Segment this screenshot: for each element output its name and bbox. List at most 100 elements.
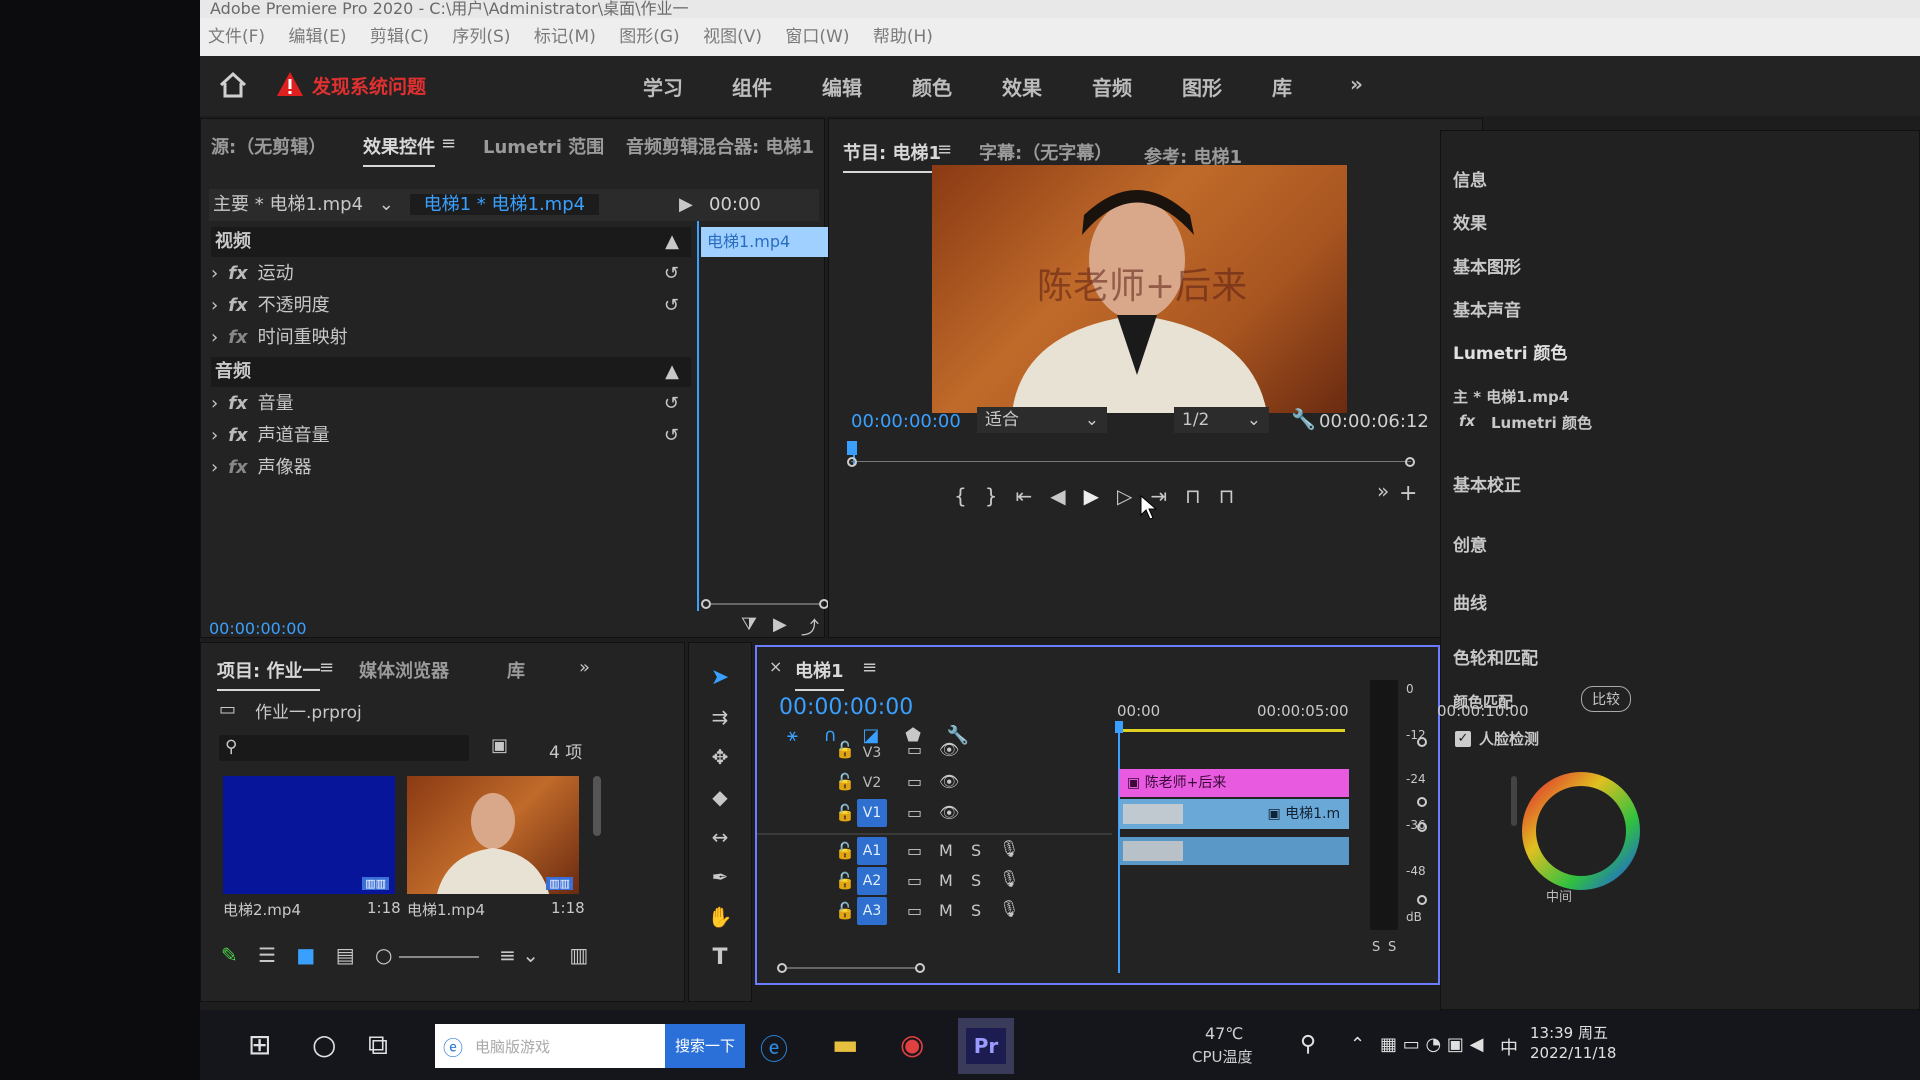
play-audio-icon[interactable]: ▶ xyxy=(773,614,787,635)
lock-icon[interactable]: 🔓 xyxy=(835,772,855,791)
track-v1[interactable]: V1 xyxy=(857,799,887,827)
section-basic-correction[interactable]: 基本校正 xyxy=(1453,471,1521,496)
sync-icon[interactable]: ▭ xyxy=(907,803,922,822)
fx-icon[interactable]: fx xyxy=(228,457,247,478)
tab-audio-clip-mixer[interactable]: 音频剪辑混合器: 电梯1 xyxy=(626,133,814,159)
expand-icon[interactable]: › xyxy=(211,393,218,414)
play-only-icon[interactable]: ▶ xyxy=(679,189,693,221)
project-thumb-2[interactable]: ▥▥ xyxy=(407,776,579,894)
project-thumb-1[interactable]: ▥▥ xyxy=(223,776,395,894)
effect-motion[interactable]: › fx 运动 ↺ xyxy=(211,259,691,289)
user-icon[interactable]: ⚲ xyxy=(1300,1032,1316,1057)
sort-icon[interactable]: ≡ xyxy=(499,943,516,967)
lumetri-clip[interactable]: 主 * 电梯1.mp4 xyxy=(1453,386,1569,407)
ws-effects[interactable]: 效果 xyxy=(1002,72,1042,101)
sidebar-item-lumetri-color[interactable]: Lumetri 颜色 xyxy=(1453,339,1567,364)
sidebar-item-effects[interactable]: 效果 xyxy=(1453,209,1487,234)
track-v3[interactable]: V3 xyxy=(857,739,887,767)
tab-program[interactable]: 节目: 电梯1 xyxy=(843,139,941,173)
expand-icon[interactable]: › xyxy=(211,457,218,478)
track-select-icon[interactable]: ⇉ xyxy=(703,705,737,737)
razor-icon[interactable]: ◆ xyxy=(703,785,737,817)
compare-button[interactable]: 比较 xyxy=(1581,686,1631,712)
meter-solo-right[interactable]: S xyxy=(1388,940,1396,955)
reset-icon[interactable]: ↺ xyxy=(664,421,679,451)
add-button-icon[interactable]: + xyxy=(1399,481,1417,506)
eye-icon[interactable]: 👁 xyxy=(939,740,959,759)
fx-icon[interactable]: fx xyxy=(228,425,247,446)
lock-icon[interactable]: 🔓 xyxy=(835,901,855,920)
list-view-icon[interactable]: ☰ xyxy=(258,943,276,967)
reset-icon[interactable]: ↺ xyxy=(664,389,679,419)
reset-icon[interactable]: ↺ xyxy=(664,259,679,289)
effect-controls-timecode[interactable]: 00:00:00:00 xyxy=(209,619,307,638)
pencil-icon[interactable]: ✎ xyxy=(221,943,238,967)
menu-view[interactable]: 视图(V) xyxy=(703,27,762,47)
fx-icon[interactable]: fx xyxy=(228,327,247,348)
track-a2[interactable]: A2 xyxy=(857,867,887,895)
clock-time[interactable]: 13:39 周五 xyxy=(1530,1022,1608,1043)
windows-start-icon[interactable]: ⊞ xyxy=(248,1028,271,1061)
collapse-icon[interactable]: ▲ xyxy=(665,357,679,387)
chevron-down-icon[interactable]: ⌄ xyxy=(379,194,394,215)
mic-icon[interactable]: 🎙 xyxy=(999,899,1019,918)
track-v2[interactable]: V2 xyxy=(857,769,887,797)
program-playhead[interactable] xyxy=(847,441,857,455)
effect-opacity[interactable]: › fx 不透明度 ↺ xyxy=(211,291,691,321)
menu-sequence[interactable]: 序列(S) xyxy=(452,27,510,47)
menu-file[interactable]: 文件(F) xyxy=(208,27,265,47)
mini-clip[interactable]: 电梯1.mp4 xyxy=(701,227,841,257)
sync-icon[interactable]: ▭ xyxy=(907,841,922,860)
automate-icon[interactable]: ▥ xyxy=(569,943,588,967)
expand-icon[interactable]: › xyxy=(211,263,218,284)
tray-icons[interactable]: ▦ ▭ ◔ ▣ ◀ xyxy=(1380,1034,1483,1055)
mini-playhead[interactable] xyxy=(697,221,699,611)
chevron-down-icon[interactable]: ⌄ xyxy=(522,943,539,967)
sync-icon[interactable]: ▭ xyxy=(907,871,922,890)
time-ruler[interactable]: 00:00 00:00:05:00 00:00:10:00 xyxy=(1117,702,1529,722)
lock-icon[interactable]: 🔓 xyxy=(835,871,855,890)
selection-tool-icon[interactable]: ➤ xyxy=(703,665,737,697)
more-workspaces-icon[interactable]: » xyxy=(1350,72,1363,96)
taskbar-search-input[interactable]: ⓔ 电脑版游戏 xyxy=(435,1024,665,1068)
task-view-icon[interactable]: ⧉ xyxy=(368,1028,388,1062)
home-icon[interactable] xyxy=(218,70,248,100)
solo-button[interactable]: S xyxy=(971,841,981,860)
menu-edit[interactable]: 编辑(E) xyxy=(288,27,346,47)
panel-menu-icon[interactable]: ≡ xyxy=(862,657,877,678)
color-wheel-icon[interactable] xyxy=(1521,771,1641,891)
expand-icon[interactable]: › xyxy=(211,425,218,446)
program-timecode[interactable]: 00:00:00:00 xyxy=(851,411,961,432)
effect-panner[interactable]: › fx 声像器 xyxy=(211,453,691,483)
clock-date[interactable]: 2022/11/18 xyxy=(1530,1044,1616,1062)
sidebar-item-essential-graphics[interactable]: 基本图形 xyxy=(1453,253,1521,278)
timeline-scrollbar[interactable] xyxy=(777,963,927,973)
tab-libraries[interactable]: 库 xyxy=(507,657,525,683)
eye-icon[interactable]: 👁 xyxy=(939,772,959,791)
a1-clip[interactable] xyxy=(1119,837,1349,865)
step-back-icon[interactable]: ◀ xyxy=(1050,484,1083,508)
chevron-up-icon[interactable]: ⌃ xyxy=(1350,1034,1365,1055)
effect-volume[interactable]: › fx 音量 ↺ xyxy=(211,389,691,419)
resolution-dropdown[interactable]: 1/2 ⌄ xyxy=(1174,407,1269,433)
pen-tool-icon[interactable]: ✒ xyxy=(703,865,737,897)
hand-tool-icon[interactable]: ✋ xyxy=(703,905,737,937)
mic-icon[interactable]: 🎙 xyxy=(999,839,1019,858)
mark-out-icon[interactable]: } xyxy=(985,484,1016,508)
title-clip[interactable]: ▣ 陈老师+后来 xyxy=(1119,769,1349,797)
tab-media-browser[interactable]: 媒体浏览器 xyxy=(359,657,449,683)
mic-icon[interactable]: 🎙 xyxy=(999,869,1019,888)
panel-menu-icon[interactable]: ≡ xyxy=(319,657,334,678)
menu-marker[interactable]: 标记(M) xyxy=(534,27,596,47)
ime-indicator[interactable]: 中 xyxy=(1500,1034,1518,1060)
icon-view-icon[interactable]: ■ xyxy=(296,943,315,967)
menu-clip[interactable]: 剪辑(C) xyxy=(370,27,429,47)
lock-icon[interactable]: 🔓 xyxy=(835,740,855,759)
v1-clip[interactable]: ▣ 电梯1.m xyxy=(1119,799,1349,829)
lock-icon[interactable]: 🔓 xyxy=(835,841,855,860)
play-button[interactable]: ▶ xyxy=(1084,484,1117,508)
mute-button[interactable]: M xyxy=(939,871,953,890)
meter-solo-left[interactable]: S xyxy=(1372,940,1380,955)
tab-source[interactable]: 源:（无剪辑） xyxy=(211,133,326,159)
fx-icon[interactable]: fx xyxy=(1459,412,1475,430)
